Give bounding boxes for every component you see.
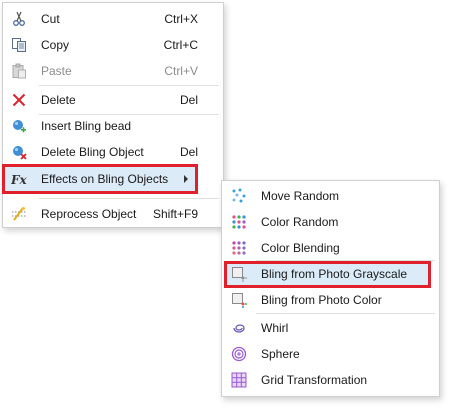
insert-bead-icon — [11, 118, 27, 134]
menu-item-label: Copy — [41, 38, 70, 52]
menu-separator — [256, 313, 435, 314]
move-random-icon — [231, 188, 247, 204]
menu-item-cut[interactable]: Cut Ctrl+X — [4, 6, 222, 32]
menu-item-insert-bling-bead[interactable]: Insert Bling bead — [4, 113, 222, 139]
menu-item-delete[interactable]: Delete Del — [4, 87, 222, 113]
menu-item-bling-from-photo-grayscale[interactable]: Bling from Photo Grayscale — [223, 261, 438, 287]
shortcut-text: Shift+F9 — [152, 207, 198, 221]
menu-item-label: Color Random — [261, 215, 339, 229]
paste-icon — [11, 63, 27, 79]
menu-item-effects-on-bling-objects[interactable]: Fx Effects on Bling Objects — [4, 166, 194, 192]
effects-submenu: Move Random Color Random Color Blending … — [221, 180, 440, 397]
menu-item-label: Insert Bling bead — [41, 119, 132, 133]
menu-item-label: Bling from Photo Grayscale — [261, 267, 408, 281]
menu-item-whirl[interactable]: Whirl — [223, 315, 438, 341]
color-blending-icon — [231, 240, 247, 256]
submenu-arrow-icon — [184, 175, 188, 183]
whirl-icon — [231, 320, 247, 336]
shortcut-text: Del — [179, 93, 198, 107]
photo-color-icon — [231, 292, 247, 308]
menu-separator — [39, 85, 219, 86]
reprocess-icon — [11, 206, 27, 222]
menu-item-label: Delete — [41, 93, 76, 107]
menu-item-label: Effects on Bling Objects — [41, 172, 169, 186]
menu-item-move-random[interactable]: Move Random — [223, 183, 438, 209]
menu-item-label: Paste — [41, 64, 72, 78]
sphere-icon — [231, 346, 247, 362]
menu-item-delete-bling-object[interactable]: Delete Bling Object Del — [4, 139, 222, 165]
context-menu: Cut Ctrl+X Copy Ctrl+C Paste Ctrl+V Dele… — [2, 2, 224, 228]
menu-item-reprocess-object[interactable]: Reprocess Object Shift+F9 — [4, 201, 222, 227]
photo-grayscale-icon — [231, 266, 247, 282]
menu-separator — [39, 198, 219, 199]
menu-item-label: Color Blending — [261, 241, 340, 255]
menu-item-label: Reprocess Object — [41, 207, 137, 221]
menu-item-sphere[interactable]: Sphere — [223, 341, 438, 367]
menu-item-copy[interactable]: Copy Ctrl+C — [4, 32, 222, 58]
svg-text:Fx: Fx — [11, 173, 27, 187]
shortcut-text: Ctrl+X — [164, 12, 198, 26]
fx-icon: Fx — [11, 171, 27, 187]
shortcut-text: Del — [179, 145, 198, 159]
menu-item-label: Cut — [41, 12, 60, 26]
menu-item-label: Grid Transformation — [261, 373, 368, 387]
menu-item-label: Bling from Photo Color — [261, 293, 382, 307]
shortcut-text: Ctrl+V — [164, 64, 198, 78]
color-random-icon — [231, 214, 247, 230]
menu-item-label: Whirl — [261, 321, 289, 335]
delete-object-icon — [11, 144, 27, 160]
menu-item-label: Delete Bling Object — [41, 145, 144, 159]
menu-item-paste[interactable]: Paste Ctrl+V — [4, 58, 222, 84]
menu-item-bling-from-photo-color[interactable]: Bling from Photo Color — [223, 287, 438, 313]
copy-icon — [11, 37, 27, 53]
shortcut-text: Ctrl+C — [163, 38, 198, 52]
menu-item-label: Move Random — [261, 189, 340, 203]
delete-x-icon — [11, 92, 27, 108]
menu-item-grid-transformation[interactable]: Grid Transformation — [223, 367, 438, 393]
scissors-icon — [11, 11, 27, 27]
grid-transformation-icon — [231, 372, 247, 388]
menu-item-color-blending[interactable]: Color Blending — [223, 235, 438, 261]
menu-item-label: Sphere — [261, 347, 300, 361]
menu-item-color-random[interactable]: Color Random — [223, 209, 438, 235]
